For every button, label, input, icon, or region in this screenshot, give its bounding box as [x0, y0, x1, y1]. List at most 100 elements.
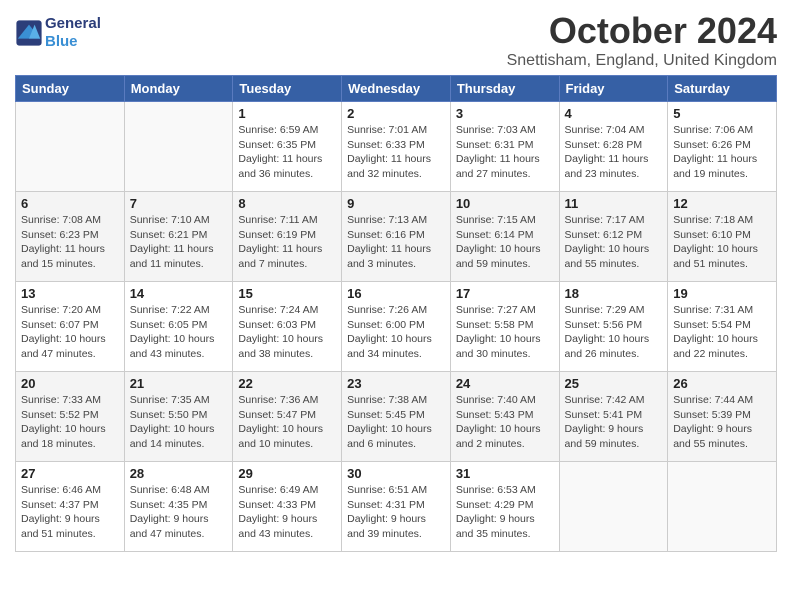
day-info: Sunrise: 7:36 AM Sunset: 5:47 PM Dayligh…	[238, 393, 336, 452]
header: General Blue October 2024 Snettisham, En…	[15, 10, 777, 70]
day-info: Sunrise: 7:17 AM Sunset: 6:12 PM Dayligh…	[565, 213, 663, 272]
table-cell: 17 Sunrise: 7:27 AM Sunset: 5:58 PM Dayli…	[450, 282, 559, 372]
table-cell: 21 Sunrise: 7:35 AM Sunset: 5:50 PM Dayli…	[124, 372, 233, 462]
day-info: Sunrise: 7:11 AM Sunset: 6:19 PM Dayligh…	[238, 213, 336, 272]
table-cell: 16 Sunrise: 7:26 AM Sunset: 6:00 PM Dayli…	[342, 282, 451, 372]
day-number: 28	[130, 466, 228, 481]
day-number: 22	[238, 376, 336, 391]
table-cell: 5 Sunrise: 7:06 AM Sunset: 6:26 PM Daylig…	[668, 102, 777, 192]
day-number: 31	[456, 466, 554, 481]
logo: General Blue	[15, 15, 101, 51]
day-info: Sunrise: 7:24 AM Sunset: 6:03 PM Dayligh…	[238, 303, 336, 362]
table-cell	[16, 102, 125, 192]
day-number: 21	[130, 376, 228, 391]
day-info: Sunrise: 7:27 AM Sunset: 5:58 PM Dayligh…	[456, 303, 554, 362]
day-info: Sunrise: 6:48 AM Sunset: 4:35 PM Dayligh…	[130, 483, 228, 542]
table-cell: 23 Sunrise: 7:38 AM Sunset: 5:45 PM Dayli…	[342, 372, 451, 462]
calendar-week-row: 27Sunrise: 6:46 AM Sunset: 4:37 PM Dayli…	[16, 462, 777, 552]
calendar-week-row: 6Sunrise: 7:08 AM Sunset: 6:23 PM Daylig…	[16, 192, 777, 282]
day-number: 24	[456, 376, 554, 391]
table-cell: 27Sunrise: 6:46 AM Sunset: 4:37 PM Dayli…	[16, 462, 125, 552]
table-cell: 4 Sunrise: 7:04 AM Sunset: 6:28 PM Daylig…	[559, 102, 668, 192]
day-number: 18	[565, 286, 663, 301]
table-cell: 29 Sunrise: 6:49 AM Sunset: 4:33 PM Dayli…	[233, 462, 342, 552]
day-info: Sunrise: 7:01 AM Sunset: 6:33 PM Dayligh…	[347, 123, 445, 182]
day-number: 19	[673, 286, 771, 301]
calendar-table: Sunday Monday Tuesday Wednesday Thursday…	[15, 75, 777, 552]
day-number: 14	[130, 286, 228, 301]
day-number: 27	[21, 466, 119, 481]
day-number: 25	[565, 376, 663, 391]
table-cell: 30Sunrise: 6:51 AM Sunset: 4:31 PM Dayli…	[342, 462, 451, 552]
location: Snettisham, England, United Kingdom	[507, 52, 777, 70]
table-cell: 9 Sunrise: 7:13 AM Sunset: 6:16 PM Daylig…	[342, 192, 451, 282]
table-cell: 1 Sunrise: 6:59 AM Sunset: 6:35 PM Daylig…	[233, 102, 342, 192]
table-cell: 13Sunrise: 7:20 AM Sunset: 6:07 PM Dayli…	[16, 282, 125, 372]
table-cell: 15Sunrise: 7:24 AM Sunset: 6:03 PM Dayli…	[233, 282, 342, 372]
col-friday: Friday	[559, 76, 668, 102]
day-info: Sunrise: 7:42 AM Sunset: 5:41 PM Dayligh…	[565, 393, 663, 452]
day-info: Sunrise: 7:20 AM Sunset: 6:07 PM Dayligh…	[21, 303, 119, 362]
table-cell: 22 Sunrise: 7:36 AM Sunset: 5:47 PM Dayli…	[233, 372, 342, 462]
day-number: 1	[238, 106, 336, 121]
table-cell: 12 Sunrise: 7:18 AM Sunset: 6:10 PM Dayli…	[668, 192, 777, 282]
col-wednesday: Wednesday	[342, 76, 451, 102]
day-number: 5	[673, 106, 771, 121]
day-number: 10	[456, 196, 554, 211]
col-saturday: Saturday	[668, 76, 777, 102]
day-info: Sunrise: 6:49 AM Sunset: 4:33 PM Dayligh…	[238, 483, 336, 542]
table-cell	[668, 462, 777, 552]
table-cell: 7Sunrise: 7:10 AM Sunset: 6:21 PM Daylig…	[124, 192, 233, 282]
month-title: October 2024	[507, 10, 777, 52]
day-number: 29	[238, 466, 336, 481]
day-number: 11	[565, 196, 663, 211]
day-info: Sunrise: 6:59 AM Sunset: 6:35 PM Dayligh…	[238, 123, 336, 182]
day-number: 12	[673, 196, 771, 211]
table-cell: 24 Sunrise: 7:40 AM Sunset: 5:43 PM Dayli…	[450, 372, 559, 462]
title-block: October 2024 Snettisham, England, United…	[507, 10, 777, 70]
page: General Blue October 2024 Snettisham, En…	[0, 0, 792, 612]
day-info: Sunrise: 7:04 AM Sunset: 6:28 PM Dayligh…	[565, 123, 663, 182]
day-info: Sunrise: 7:40 AM Sunset: 5:43 PM Dayligh…	[456, 393, 554, 452]
table-cell: 18Sunrise: 7:29 AM Sunset: 5:56 PM Dayli…	[559, 282, 668, 372]
day-info: Sunrise: 7:38 AM Sunset: 5:45 PM Dayligh…	[347, 393, 445, 452]
col-tuesday: Tuesday	[233, 76, 342, 102]
calendar-week-row: 20 Sunrise: 7:33 AM Sunset: 5:52 PM Dayli…	[16, 372, 777, 462]
day-info: Sunrise: 7:44 AM Sunset: 5:39 PM Dayligh…	[673, 393, 771, 452]
calendar-week-row: 1 Sunrise: 6:59 AM Sunset: 6:35 PM Daylig…	[16, 102, 777, 192]
col-thursday: Thursday	[450, 76, 559, 102]
table-cell: 14Sunrise: 7:22 AM Sunset: 6:05 PM Dayli…	[124, 282, 233, 372]
day-info: Sunrise: 7:31 AM Sunset: 5:54 PM Dayligh…	[673, 303, 771, 362]
table-cell	[124, 102, 233, 192]
day-number: 16	[347, 286, 445, 301]
day-number: 26	[673, 376, 771, 391]
table-cell: 6Sunrise: 7:08 AM Sunset: 6:23 PM Daylig…	[16, 192, 125, 282]
day-number: 4	[565, 106, 663, 121]
col-monday: Monday	[124, 76, 233, 102]
day-info: Sunrise: 7:26 AM Sunset: 6:00 PM Dayligh…	[347, 303, 445, 362]
table-cell: 19 Sunrise: 7:31 AM Sunset: 5:54 PM Dayli…	[668, 282, 777, 372]
day-number: 20	[21, 376, 119, 391]
day-info: Sunrise: 7:33 AM Sunset: 5:52 PM Dayligh…	[21, 393, 119, 452]
col-sunday: Sunday	[16, 76, 125, 102]
table-cell: 31Sunrise: 6:53 AM Sunset: 4:29 PM Dayli…	[450, 462, 559, 552]
table-cell: 26 Sunrise: 7:44 AM Sunset: 5:39 PM Dayli…	[668, 372, 777, 462]
day-number: 9	[347, 196, 445, 211]
day-info: Sunrise: 6:51 AM Sunset: 4:31 PM Dayligh…	[347, 483, 445, 542]
day-number: 23	[347, 376, 445, 391]
table-cell: 28 Sunrise: 6:48 AM Sunset: 4:35 PM Dayli…	[124, 462, 233, 552]
day-number: 2	[347, 106, 445, 121]
table-cell: 25 Sunrise: 7:42 AM Sunset: 5:41 PM Dayli…	[559, 372, 668, 462]
logo-text: General Blue	[45, 15, 101, 51]
table-cell: 3 Sunrise: 7:03 AM Sunset: 6:31 PM Daylig…	[450, 102, 559, 192]
day-info: Sunrise: 7:13 AM Sunset: 6:16 PM Dayligh…	[347, 213, 445, 272]
day-number: 3	[456, 106, 554, 121]
day-info: Sunrise: 7:06 AM Sunset: 6:26 PM Dayligh…	[673, 123, 771, 182]
header-row: Sunday Monday Tuesday Wednesday Thursday…	[16, 76, 777, 102]
day-info: Sunrise: 7:18 AM Sunset: 6:10 PM Dayligh…	[673, 213, 771, 272]
logo-icon	[15, 19, 43, 47]
day-info: Sunrise: 7:15 AM Sunset: 6:14 PM Dayligh…	[456, 213, 554, 272]
day-number: 17	[456, 286, 554, 301]
day-info: Sunrise: 7:35 AM Sunset: 5:50 PM Dayligh…	[130, 393, 228, 452]
day-info: Sunrise: 7:03 AM Sunset: 6:31 PM Dayligh…	[456, 123, 554, 182]
